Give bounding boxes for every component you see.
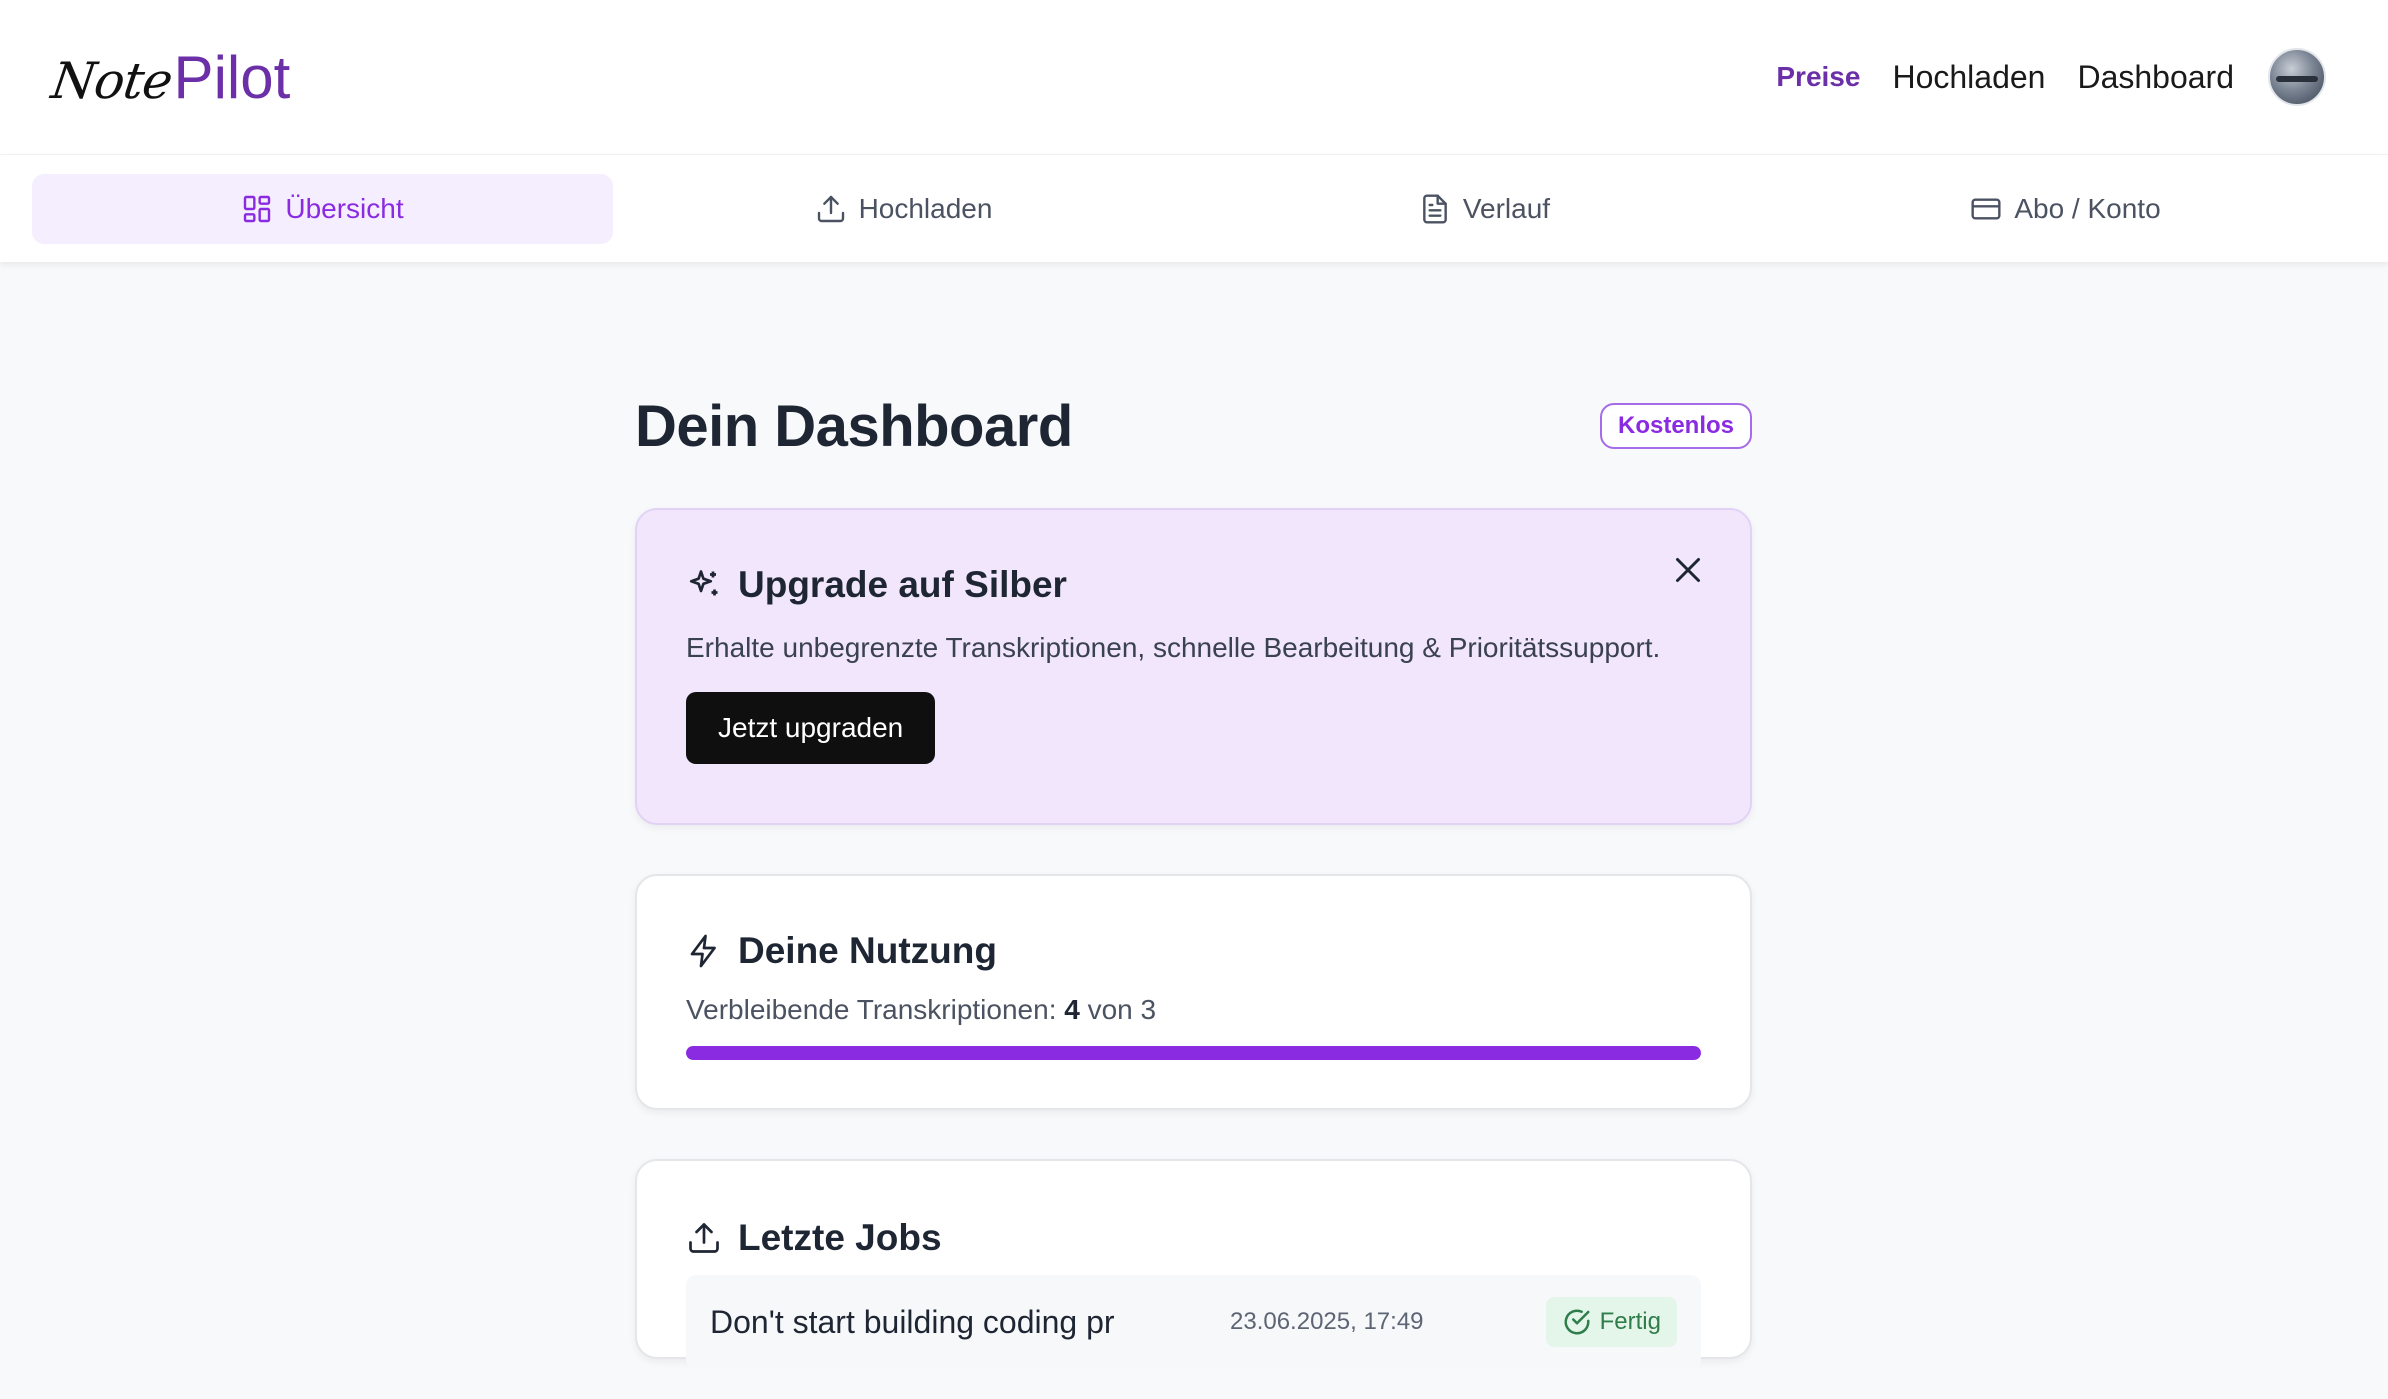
- usage-heading: Deine Nutzung: [686, 930, 1701, 972]
- usage-summary: Verbleibende Transkriptionen: 4 von 3: [686, 994, 1701, 1026]
- check-circle-icon: [1564, 1309, 1590, 1335]
- upgrade-description: Erhalte unbegrenzte Transkriptionen, sch…: [686, 632, 1661, 663]
- tab-uebersicht[interactable]: Übersicht: [32, 173, 613, 244]
- upload-icon: [689, 1223, 719, 1253]
- document-icon: [1423, 193, 1447, 224]
- nav-link-preise[interactable]: Preise: [1776, 61, 1860, 93]
- jobs-heading: Letzte Jobs: [686, 1217, 1701, 1259]
- tab-hochladen[interactable]: Hochladen: [613, 174, 1194, 244]
- upgrade-title: Upgrade auf Silber: [738, 564, 1067, 605]
- notepilot-logo[interactable]: Note Pilot: [48, 43, 291, 112]
- credit-card-icon: [1971, 197, 2001, 220]
- sparkles-icon: [689, 570, 718, 596]
- job-status-label: Fertig: [1599, 1308, 1661, 1335]
- top-navigation-bar: Note Pilot Preise Hochladen Dashboard: [0, 0, 2388, 154]
- usage-card: Deine Nutzung Verbleibende Transkription…: [635, 874, 1752, 1110]
- job-name: Don't start building coding pr: [710, 1303, 1115, 1340]
- tab-label: Abo / Konto: [2014, 192, 2161, 224]
- tab-label: Übersicht: [285, 192, 404, 224]
- tab-label: Hochladen: [858, 192, 993, 224]
- close-banner-button[interactable]: [1666, 548, 1710, 592]
- page-title: Dein Dashboard: [635, 393, 1073, 459]
- plan-badge: Kostenlos: [1599, 403, 1752, 449]
- upload-icon: [817, 195, 844, 222]
- close-icon: [1676, 558, 1700, 582]
- lightning-icon: [690, 934, 716, 968]
- upgrade-now-button[interactable]: Jetzt upgraden: [686, 692, 936, 764]
- grid-icon: [244, 195, 271, 222]
- usage-total: 3: [1140, 994, 1157, 1025]
- recent-jobs-card: Letzte Jobs Don't start building coding …: [635, 1159, 1752, 1369]
- page-title-row: Dein Dashboard Kostenlos: [635, 390, 1752, 462]
- logo-pilot-text: Pilot: [173, 43, 291, 111]
- usage-remaining: 4: [1064, 994, 1080, 1025]
- dashboard-tab-bar: Übersicht Hochladen Verlauf Abo / Konto: [0, 154, 2388, 262]
- nav-link-dashboard[interactable]: Dashboard: [2077, 59, 2234, 96]
- job-date: 23.06.2025, 17:49: [1230, 1308, 1424, 1335]
- nav-link-hochladen[interactable]: Hochladen: [1892, 59, 2045, 96]
- upgrade-banner: Upgrade auf Silber Erhalte unbegrenzte T…: [635, 508, 1752, 825]
- usage-progress-fill: [686, 1046, 1701, 1060]
- job-status-badge: Fertig: [1545, 1297, 1677, 1347]
- dashboard-main: Dein Dashboard Kostenlos Upgrade auf Sil…: [635, 262, 1752, 1369]
- upgrade-heading: Upgrade auf Silber: [686, 564, 1701, 606]
- usage-label: Verbleibende Transkriptionen:: [686, 994, 1057, 1025]
- tab-label: Verlauf: [1462, 192, 1551, 224]
- user-avatar[interactable]: [2268, 48, 2326, 106]
- jobs-title: Letzte Jobs: [738, 1217, 942, 1258]
- logo-note-text: Note: [47, 51, 176, 110]
- tab-verlauf[interactable]: Verlauf: [1194, 174, 1775, 244]
- usage-separator: von: [1087, 994, 1133, 1025]
- job-row[interactable]: Don't start building coding pr 23.06.202…: [686, 1275, 1701, 1369]
- tab-abo-konto[interactable]: Abo / Konto: [1775, 174, 2356, 244]
- usage-title: Deine Nutzung: [738, 930, 997, 971]
- top-nav-links: Preise Hochladen Dashboard: [1776, 48, 2326, 106]
- usage-progress-bar: [686, 1046, 1701, 1060]
